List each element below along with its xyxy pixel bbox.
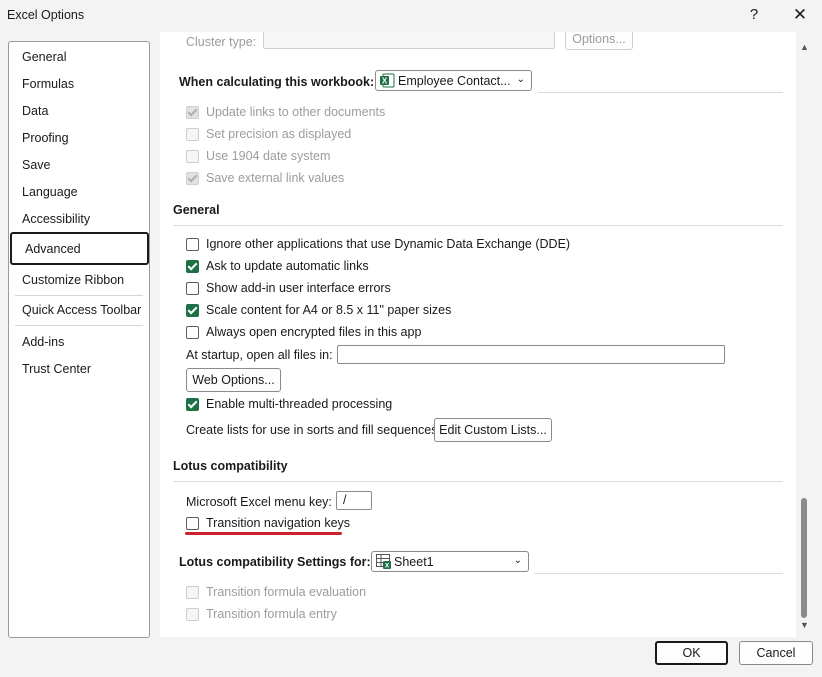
checkbox-icon xyxy=(186,607,199,621)
nav-item-language[interactable]: Language xyxy=(9,179,149,205)
checkbox-icon xyxy=(186,325,199,339)
open-encrypted-checkbox[interactable]: Always open encrypted files in this app xyxy=(186,322,421,342)
multithread-checkbox[interactable]: Enable multi-threaded processing xyxy=(186,394,392,414)
lotus-settings-select[interactable]: X Sheet1 ⌄ xyxy=(371,551,529,572)
custom-lists-label: Create lists for use in sorts and fill s… xyxy=(186,423,441,437)
save-external-links-checkbox[interactable]: Save external link values xyxy=(186,168,344,188)
section-divider xyxy=(173,225,783,226)
red-annotation-underline xyxy=(185,532,342,535)
nav-item-general[interactable]: General xyxy=(9,44,149,70)
show-addin-errors-checkbox[interactable]: Show add-in user interface errors xyxy=(186,278,391,298)
startup-folder-label: At startup, open all files in: xyxy=(186,348,333,362)
lotus-section-heading: Lotus compatibility xyxy=(173,459,288,473)
checkbox-icon xyxy=(186,397,199,411)
checkbox-icon xyxy=(186,303,199,317)
calc-workbook-value: Employee Contact... xyxy=(398,73,511,88)
checkbox-icon xyxy=(186,516,199,530)
nav-separator xyxy=(15,295,143,296)
nav-item-accessibility[interactable]: Accessibility xyxy=(9,206,149,232)
nav-item-trust-center[interactable]: Trust Center xyxy=(9,356,149,382)
transition-nav-keys-checkbox[interactable]: Transition navigation keys xyxy=(186,513,350,533)
scroll-down-icon[interactable]: ▼ xyxy=(800,620,809,630)
svg-text:X: X xyxy=(382,77,388,86)
sheet-icon: X xyxy=(376,554,391,570)
checkbox-icon xyxy=(186,127,199,141)
calc-workbook-select[interactable]: X Employee Contact... ⌄ xyxy=(375,70,532,91)
chevron-down-icon: ⌄ xyxy=(516,74,525,85)
startup-folder-input[interactable] xyxy=(337,345,725,364)
nav-item-quick-access-toolbar[interactable]: Quick Access Toolbar xyxy=(9,297,149,323)
nav-item-proofing[interactable]: Proofing xyxy=(9,125,149,151)
window-title: Excel Options xyxy=(7,8,85,22)
calc-workbook-label: When calculating this workbook: xyxy=(179,75,375,89)
cluster-type-combo[interactable] xyxy=(263,32,555,49)
close-button[interactable]: ✕ xyxy=(788,4,812,26)
scrollbar-thumb[interactable] xyxy=(801,498,807,618)
scale-content-checkbox[interactable]: Scale content for A4 or 8.5 x 11" paper … xyxy=(186,300,451,320)
checkbox-icon xyxy=(186,149,199,163)
nav-item-formulas[interactable]: Formulas xyxy=(9,71,149,97)
date-1904-checkbox[interactable]: Use 1904 date system xyxy=(186,146,330,166)
general-section-heading: General xyxy=(173,203,220,217)
nav-item-advanced[interactable]: Advanced xyxy=(10,232,149,265)
section-divider xyxy=(173,481,783,482)
section-divider xyxy=(538,92,783,93)
advanced-options-panel: Cluster type: Options... When calculatin… xyxy=(160,32,796,637)
svg-text:X: X xyxy=(385,563,390,570)
ignore-dde-checkbox[interactable]: Ignore other applications that use Dynam… xyxy=(186,234,570,254)
update-links-checkbox[interactable]: Update links to other documents xyxy=(186,102,385,122)
set-precision-checkbox[interactable]: Set precision as displayed xyxy=(186,124,351,144)
cluster-type-label: Cluster type: xyxy=(186,35,257,49)
checkbox-icon xyxy=(186,237,199,251)
vertical-scrollbar[interactable]: ▲ ▼ xyxy=(798,42,812,636)
chevron-down-icon: ⌄ xyxy=(513,555,522,566)
menu-key-input[interactable]: / xyxy=(336,491,372,510)
scroll-up-icon[interactable]: ▲ xyxy=(800,42,809,52)
nav-separator xyxy=(15,325,143,326)
cluster-options-button[interactable]: Options... xyxy=(565,32,633,50)
lotus-settings-label: Lotus compatibility Settings for: xyxy=(179,555,371,569)
checkbox-icon xyxy=(186,105,199,119)
transition-formula-eval-checkbox[interactable]: Transition formula evaluation xyxy=(186,582,366,602)
cancel-button[interactable]: Cancel xyxy=(739,641,813,665)
web-options-button[interactable]: Web Options... xyxy=(186,368,281,392)
help-button[interactable]: ? xyxy=(742,4,766,26)
options-nav: General Formulas Data Proofing Save Lang… xyxy=(8,41,150,638)
nav-item-customize-ribbon[interactable]: Customize Ribbon xyxy=(9,267,149,293)
transition-formula-entry-checkbox[interactable]: Transition formula entry xyxy=(186,604,337,624)
nav-item-add-ins[interactable]: Add-ins xyxy=(9,329,149,355)
edit-custom-lists-button[interactable]: Edit Custom Lists... xyxy=(434,418,552,442)
lotus-settings-value: Sheet1 xyxy=(394,554,434,569)
menu-key-label: Microsoft Excel menu key: xyxy=(186,495,332,509)
ok-button[interactable]: OK xyxy=(655,641,728,665)
checkbox-icon xyxy=(186,281,199,295)
title-bar: Excel Options ? ✕ xyxy=(0,0,822,30)
nav-item-data[interactable]: Data xyxy=(9,98,149,124)
nav-item-save[interactable]: Save xyxy=(9,152,149,178)
excel-file-icon: X xyxy=(380,73,395,88)
checkbox-icon xyxy=(186,171,199,185)
section-divider xyxy=(534,573,783,574)
ask-update-links-checkbox[interactable]: Ask to update automatic links xyxy=(186,256,369,276)
checkbox-icon xyxy=(186,585,199,599)
checkbox-icon xyxy=(186,259,199,273)
